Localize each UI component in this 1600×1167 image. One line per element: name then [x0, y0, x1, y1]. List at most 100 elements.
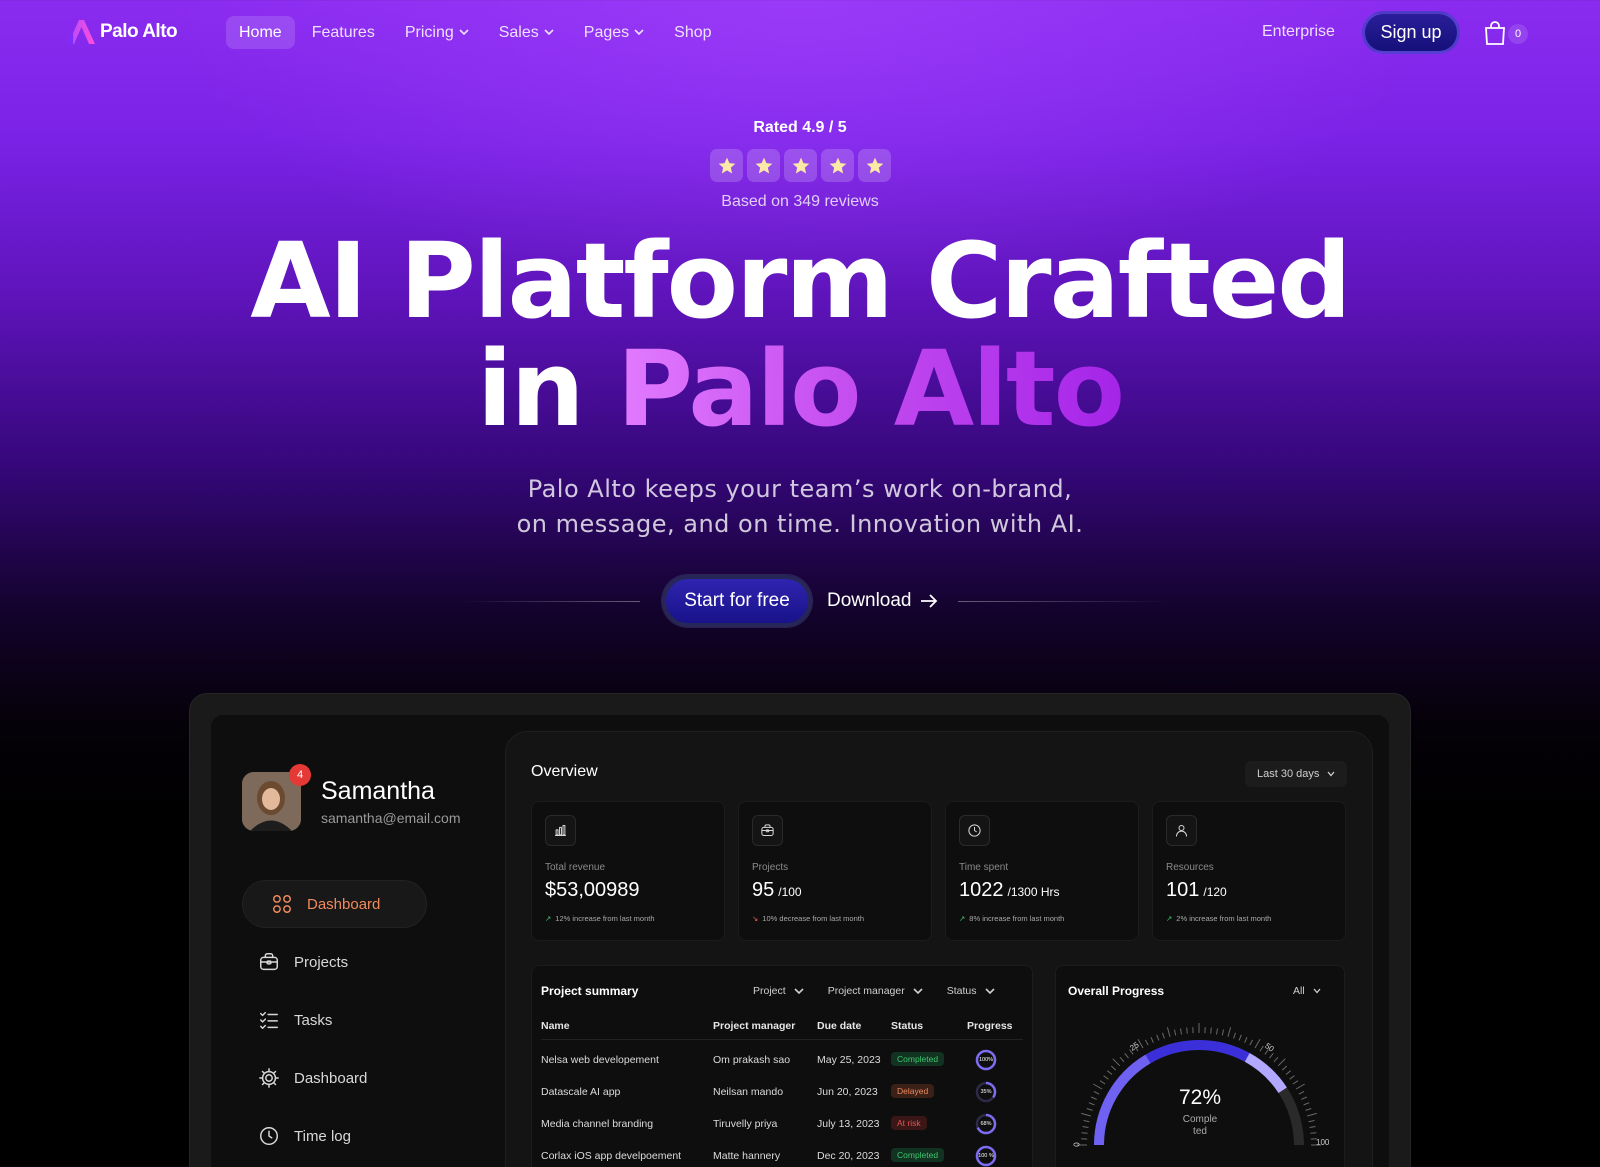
- date-range-label: Last 30 days: [1257, 768, 1320, 780]
- trend-up-icon: ↗: [959, 914, 966, 923]
- headline-in: in: [476, 328, 617, 450]
- enterprise-link[interactable]: Enterprise: [1262, 23, 1335, 41]
- nav-link-label: Shop: [674, 23, 712, 41]
- briefcase-icon: [260, 953, 278, 971]
- chevron-down-icon: [913, 987, 923, 994]
- sidebar-item-label: Dashboard: [294, 1069, 368, 1087]
- nav-link-pricing[interactable]: Pricing: [392, 16, 482, 49]
- user-profile[interactable]: 4 Samantha samantha@email.com: [242, 764, 461, 831]
- signup-button[interactable]: Sign up: [1362, 11, 1460, 54]
- nav-link-sales[interactable]: Sales: [486, 16, 567, 49]
- subtitle-line-1: Palo Alto keeps your team’s work on-bran…: [527, 475, 1073, 503]
- filter-status[interactable]: Status: [947, 985, 995, 997]
- arrow-right-icon: [920, 594, 937, 608]
- stat-card-icon: [752, 815, 783, 846]
- stat-value-number: 95: [752, 879, 775, 901]
- stat-value-suffix: /120: [1203, 885, 1227, 899]
- cell-name: Media channel branding: [541, 1118, 654, 1130]
- cell-due: Jun 20, 2023: [817, 1086, 878, 1098]
- status-badge: Completed: [891, 1052, 945, 1066]
- hero-subtitle: Palo Alto keeps your team’s work on-bran…: [0, 472, 1600, 542]
- sidebar: Dashboard Projects Tasks Dashboard Time log: [242, 880, 427, 1167]
- nav-link-shop[interactable]: Shop: [661, 16, 724, 49]
- sidebar-item-dashboard[interactable]: Dashboard: [242, 1054, 427, 1102]
- cell-name: Nelsa web developement: [541, 1054, 659, 1066]
- stat-card-note: 2% increase from last month: [1176, 914, 1272, 923]
- chevron-down-icon: [634, 29, 644, 36]
- status-badge: At risk: [891, 1116, 927, 1130]
- chevron-down-icon: [794, 987, 804, 994]
- gauge-label-line-1: Comple: [1182, 1114, 1218, 1125]
- stat-card-trend: ↘ 10% decrease from last month: [752, 914, 864, 923]
- user-icon: [1176, 825, 1187, 837]
- user-email: samantha@email.com: [321, 810, 461, 826]
- clock-icon: [968, 824, 981, 837]
- star-icon: [792, 157, 809, 173]
- cell-manager: Tiruvelly priya: [713, 1118, 778, 1130]
- headline-line-1: AI Platform Crafted: [250, 220, 1351, 342]
- progress-ring-label: 35%: [980, 1089, 992, 1095]
- progress-filter-label: All: [1293, 985, 1305, 997]
- cell-name: Datascale AI app: [541, 1086, 621, 1098]
- cell-due: Dec 20, 2023: [817, 1150, 880, 1162]
- nav-link-features[interactable]: Features: [299, 16, 388, 49]
- cell-manager: Neilsan mando: [713, 1086, 784, 1098]
- trend-up-icon: ↗: [545, 914, 552, 923]
- gauge-tick-label: 100: [1316, 1138, 1330, 1147]
- sidebar-item-label: Dashboard: [307, 895, 381, 913]
- table-row[interactable]: Nelsa web developement Om prakash sao May …: [541, 1049, 1023, 1072]
- star-icon: [829, 157, 846, 173]
- star-2: [747, 149, 780, 182]
- table-row[interactable]: Media channel branding Tiruvelly priya Jul…: [541, 1113, 1023, 1136]
- table-row[interactable]: Corlax iOS app develpoement Matte hannery…: [541, 1145, 1023, 1167]
- star-4: [821, 149, 854, 182]
- bar-chart-icon: [555, 825, 566, 836]
- start-for-free-button[interactable]: Start for free: [662, 575, 812, 627]
- top-nav: Palo Alto Home Features Pricing Sales Pages S…: [0, 0, 1600, 66]
- stat-card-projects: Projects 95/100 ↘ 10% decrease from last mo…: [738, 801, 932, 941]
- gear-cog-icon: [259, 1068, 279, 1088]
- brand-logo[interactable]: Palo Alto: [66, 19, 178, 45]
- cell-due: July 13, 2023: [817, 1118, 880, 1130]
- sidebar-item-time-log[interactable]: Time log: [242, 1112, 427, 1160]
- sidebar-item-label: Time log: [294, 1127, 351, 1145]
- chevron-down-icon: [984, 987, 995, 994]
- sidebar-item-tasks[interactable]: Tasks: [242, 996, 427, 1044]
- brand-name: Palo Alto: [100, 21, 178, 42]
- nav-link-home[interactable]: Home: [226, 16, 295, 49]
- gauge-label: Comple ted: [1150, 1114, 1250, 1138]
- gauge-tick-label: 0: [1072, 1142, 1082, 1147]
- filter-project[interactable]: Project: [753, 985, 804, 997]
- progress-filter-select[interactable]: All: [1293, 985, 1321, 997]
- overall-progress-title: Overall Progress: [1068, 984, 1165, 998]
- sidebar-item-projects[interactable]: Projects: [242, 938, 427, 986]
- progress-ring: 100%: [975, 1049, 997, 1071]
- cell-manager: Matte hannery: [713, 1150, 781, 1162]
- hero-headline: AI Platform Crafted in Palo Alto: [0, 227, 1600, 443]
- nav-link-pages[interactable]: Pages: [571, 16, 657, 49]
- logo-mark-icon: [68, 20, 95, 44]
- nav-link-label: Sales: [498, 23, 539, 41]
- stat-card-resources: Resources 101/120 ↗ 2% increase from last m…: [1152, 801, 1346, 941]
- avatar: 4: [242, 764, 311, 831]
- stat-card-label: Total revenue: [545, 862, 606, 873]
- chevron-down-icon: [1313, 988, 1321, 994]
- sidebar-item-dashboard[interactable]: Dashboard: [242, 880, 427, 928]
- download-link[interactable]: Download: [827, 590, 938, 612]
- trend-down-icon: ↘: [752, 914, 759, 923]
- shopping-bag-icon[interactable]: [1482, 20, 1508, 46]
- table-row[interactable]: Datascale AI app Neilsan mando Jun 20, 202…: [541, 1081, 1023, 1104]
- progress-ring: 35%: [975, 1081, 997, 1103]
- star-5: [858, 149, 891, 182]
- progress-ring-label: 68%: [980, 1121, 992, 1127]
- date-range-select[interactable]: Last 30 days: [1245, 761, 1348, 787]
- filter-label: Status: [946, 985, 977, 997]
- stat-card-label: Time spent: [959, 862, 1009, 873]
- stat-card-icon: [959, 815, 990, 846]
- table-divider: [541, 1039, 1023, 1040]
- headline-highlight: Palo Alto: [616, 328, 1125, 450]
- stat-card-note: 12% increase from last month: [555, 914, 655, 923]
- stat-card-trend: ↗ 2% increase from last month: [1166, 914, 1271, 923]
- nav-link-label: Pricing: [404, 23, 454, 41]
- filter-project-manager[interactable]: Project manager: [828, 985, 923, 997]
